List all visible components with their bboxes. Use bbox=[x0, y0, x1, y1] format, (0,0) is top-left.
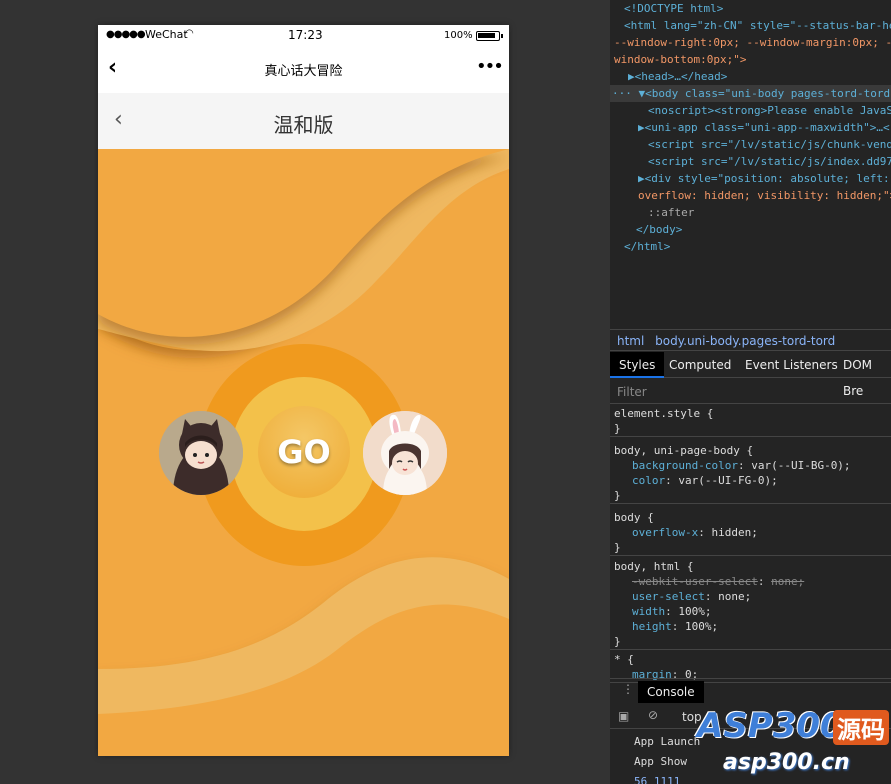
drawer-menu-icon[interactable]: ⋮ bbox=[622, 682, 634, 696]
css-declaration[interactable]: width: 100%; bbox=[614, 604, 891, 619]
player-avatar-boy[interactable] bbox=[159, 411, 243, 495]
styles-tabs: Styles Computed Event Listeners DOM Bre bbox=[610, 352, 891, 398]
bunny-girl-avatar-icon bbox=[363, 411, 447, 495]
css-rule-end: } bbox=[614, 422, 621, 435]
css-rule-end: } bbox=[614, 541, 621, 554]
breadcrumb: html body.uni-body.pages-tord-tord bbox=[610, 329, 891, 351]
css-separator: : bbox=[671, 620, 685, 633]
watermark-url: asp300.cn bbox=[723, 750, 850, 775]
devtools-panel: <!DOCTYPE html> <html lang="zh-CN" style=… bbox=[610, 0, 891, 784]
sidebar-toggle-icon[interactable]: ▣ bbox=[618, 709, 629, 723]
battery-percent: 100% bbox=[444, 30, 473, 41]
dom-node-line[interactable]: </html> bbox=[624, 238, 670, 255]
wechat-nav-bar: ‹ 真心话大冒险 ••• bbox=[98, 47, 509, 93]
tab-styles[interactable]: Styles bbox=[610, 352, 665, 378]
css-property-value: none; bbox=[718, 590, 752, 603]
css-separator: : bbox=[665, 605, 679, 618]
watermark-brand: ASP300 bbox=[697, 706, 844, 746]
css-declaration[interactable]: user-select: none; bbox=[614, 589, 891, 604]
css-property-name: width bbox=[632, 605, 666, 618]
dom-node-line[interactable]: ··· ▼<body class="uni-body pages-tord-to… bbox=[610, 85, 891, 102]
dom-node-line[interactable]: <html lang="zh-CN" style="--status-bar-h… bbox=[624, 17, 891, 34]
drawer-tabbar: ⋮ Console bbox=[610, 678, 891, 704]
dom-node-line[interactable]: overflow: hidden; visibility: hidden;"> bbox=[638, 187, 891, 204]
css-declaration[interactable]: background-color: var(--UI-BG-0); bbox=[614, 458, 891, 473]
css-rule: element.style {} bbox=[610, 406, 891, 437]
game-stage: GO bbox=[98, 149, 509, 756]
cat-boy-avatar-icon bbox=[159, 411, 243, 495]
css-rule-end: } bbox=[614, 635, 621, 648]
css-declaration[interactable]: -webkit-user-select: none; bbox=[614, 574, 891, 589]
tab-dom-breakpoints[interactable]: DOM Bre bbox=[843, 352, 891, 398]
status-bar: ●●●●● WeChat ◠ 17:23 100% bbox=[98, 25, 509, 47]
dom-node-line[interactable]: ▶<div style="position: absolute; left: bbox=[638, 170, 890, 187]
battery-icon bbox=[476, 31, 503, 41]
breadcrumb-body[interactable]: body.uni-body.pages-tord-tord bbox=[655, 334, 835, 348]
tab-computed[interactable]: Computed bbox=[669, 352, 731, 378]
css-property-name: user-select bbox=[632, 590, 705, 603]
css-property-value: 100%; bbox=[685, 620, 719, 633]
styles-filter-input[interactable]: Filter bbox=[610, 380, 891, 404]
dom-node-line[interactable]: </body> bbox=[636, 221, 682, 238]
css-property-value: 100%; bbox=[678, 605, 712, 618]
css-selector[interactable]: * { bbox=[614, 652, 891, 667]
dom-node-line[interactable]: <!DOCTYPE html> bbox=[624, 0, 723, 17]
watermark-tag: 源码 bbox=[833, 710, 889, 745]
css-declaration[interactable]: overflow-x: hidden; bbox=[614, 525, 891, 540]
phone-simulator: ●●●●● WeChat ◠ 17:23 100% ‹ 真心话大冒险 ••• ‹… bbox=[98, 25, 509, 756]
css-property-value: var(--UI-BG-0); bbox=[751, 459, 851, 472]
status-time: 17:23 bbox=[288, 28, 323, 42]
css-rule: body, uni-page-body {background-color: v… bbox=[610, 443, 891, 504]
css-property-name: color bbox=[632, 474, 666, 487]
css-rule-end: } bbox=[614, 489, 621, 502]
css-declaration[interactable]: color: var(--UI-FG-0); bbox=[614, 473, 891, 488]
css-selector[interactable]: body, uni-page-body { bbox=[614, 443, 891, 458]
dom-node-line[interactable]: --window-right:0px; --window-margin:0px;… bbox=[614, 34, 891, 51]
tab-event-listeners[interactable]: Event Listeners bbox=[745, 352, 838, 378]
css-property-name: -webkit-user-select bbox=[632, 575, 758, 588]
css-separator: : bbox=[757, 575, 772, 588]
dom-node-line[interactable]: ▶<head>…</head> bbox=[628, 68, 727, 85]
nav-title: 真心话大冒险 bbox=[264, 64, 343, 79]
dom-node-line[interactable]: <script src="/lv/static/js/index.dd97 bbox=[648, 153, 891, 170]
css-property-name: height bbox=[632, 620, 672, 633]
more-options-button[interactable]: ••• bbox=[476, 56, 504, 77]
dom-node-line[interactable]: ::after bbox=[648, 204, 694, 221]
page-title: 温和版 bbox=[273, 113, 334, 137]
go-button[interactable]: GO bbox=[258, 406, 350, 498]
dom-node-line[interactable]: <noscript><strong>Please enable JavaS bbox=[648, 102, 891, 119]
signal-icon: ●●●●● bbox=[106, 29, 146, 40]
css-selector[interactable]: element.style { bbox=[614, 406, 891, 421]
css-separator: : bbox=[665, 474, 679, 487]
css-separator: : bbox=[737, 459, 752, 472]
wifi-icon: ◠ bbox=[185, 28, 194, 39]
page-header: ‹ 温和版 bbox=[98, 93, 509, 149]
css-rule: body, html {-webkit-user-select: none; us… bbox=[610, 559, 891, 650]
site-watermark: ASP300 源码 asp300.cn bbox=[695, 706, 891, 784]
css-declaration[interactable]: height: 100%; bbox=[614, 619, 891, 634]
css-property-value: var(--UI-FG-0); bbox=[678, 474, 778, 487]
css-property-value: none; bbox=[771, 575, 805, 588]
css-property-name: overflow-x bbox=[632, 526, 699, 539]
player-avatar-girl[interactable] bbox=[363, 411, 447, 495]
css-separator: : bbox=[704, 590, 719, 603]
tab-console[interactable]: Console bbox=[638, 681, 704, 703]
carrier-label: WeChat bbox=[145, 28, 188, 41]
css-rule: body {overflow-x: hidden;} bbox=[610, 510, 891, 556]
css-property-value: hidden; bbox=[711, 526, 758, 539]
dom-node-line[interactable]: window-bottom:0px;"> bbox=[614, 51, 746, 68]
clear-console-icon[interactable]: ⊘ bbox=[648, 708, 658, 722]
breadcrumb-html[interactable]: html bbox=[617, 334, 644, 348]
dom-node-line[interactable]: <script src="/lv/static/js/chunk-vend bbox=[648, 136, 891, 153]
css-property-name: background-color bbox=[632, 459, 738, 472]
dom-node-line[interactable]: ▶<uni-app class="uni-app--maxwidth">…< bbox=[638, 119, 890, 136]
css-separator: : bbox=[698, 526, 712, 539]
css-selector[interactable]: body { bbox=[614, 510, 891, 525]
css-selector[interactable]: body, html { bbox=[614, 559, 891, 574]
